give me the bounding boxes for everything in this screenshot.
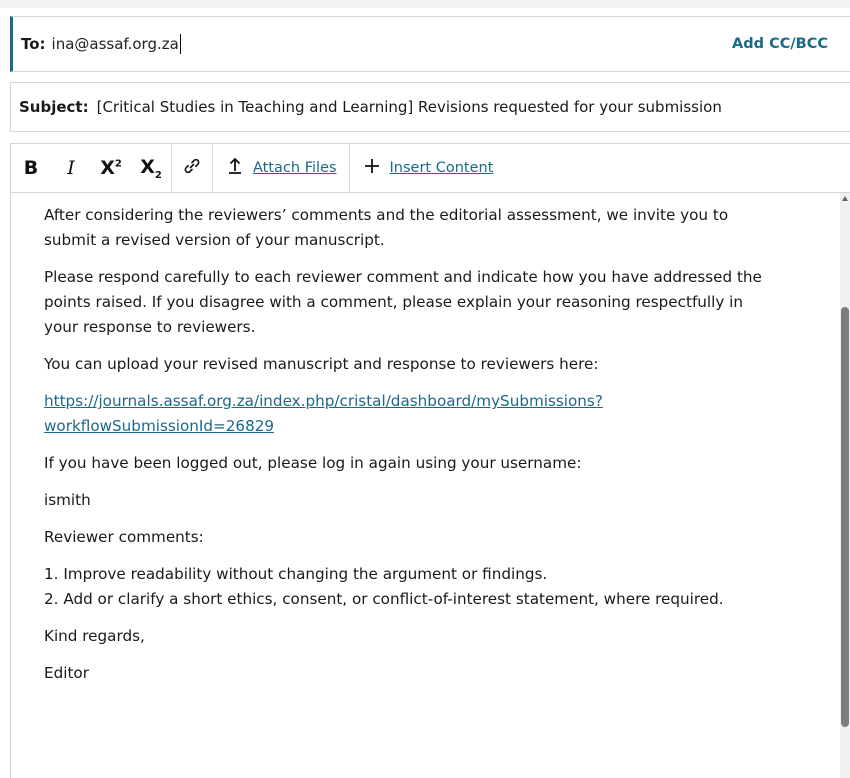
subject-label: Subject:: [19, 98, 89, 116]
add-cc-bcc-button[interactable]: Add CC/BCC: [732, 36, 828, 52]
reviewer-comment: 2. Add or clarify a short ethics, consen…: [44, 590, 724, 608]
attach-files-button[interactable]: Attach Files: [213, 144, 349, 192]
paragraph: Editor: [44, 661, 804, 686]
message-body-content[interactable]: After considering the reviewers’ comment…: [44, 203, 804, 698]
plus-icon: [362, 156, 382, 181]
paragraph: ismith: [44, 488, 804, 513]
italic-icon: I: [67, 157, 75, 179]
subscript-button[interactable]: X2: [131, 144, 171, 192]
text-line: submit a revised version of your manuscr…: [44, 231, 385, 249]
reviewer-comment: 1. Improve readability without changing …: [44, 565, 548, 583]
insert-content-button[interactable]: Insert Content: [350, 144, 506, 192]
message-body-editor[interactable]: After considering the reviewers’ comment…: [10, 193, 850, 778]
email-composer: To: ina@assaf.org.za Add CC/BCC Subject:…: [0, 0, 850, 778]
paragraph: Reviewer comments:: [44, 525, 804, 550]
formatting-toolbar: B I X2 X2 Attach Files Insert Content: [10, 143, 850, 193]
text-line: After considering the reviewers’ comment…: [44, 206, 729, 224]
text-line: You can upload your revised manuscript a…: [44, 355, 599, 373]
scroll-up-icon[interactable]: [842, 196, 848, 201]
subject-input-value[interactable]: [Critical Studies in Teaching and Learni…: [97, 98, 722, 116]
bold-icon: B: [23, 157, 39, 179]
reviewer-comments-list: 1. Improve readability without changing …: [44, 562, 804, 612]
paragraph: After considering the reviewers’ comment…: [44, 203, 804, 253]
reviewer-heading: Reviewer comments:: [44, 528, 204, 546]
link-icon: [182, 156, 202, 181]
text-line: If you have been logged out, please log …: [44, 454, 582, 472]
editor-scrollbar[interactable]: [840, 193, 850, 778]
username-text: ismith: [44, 491, 91, 509]
text-line: Please respond carefully to each reviewe…: [44, 268, 762, 286]
superscript-button[interactable]: X2: [91, 144, 131, 192]
submission-link[interactable]: https://journals.assaf.org.za/index.php/…: [44, 389, 804, 439]
paragraph: You can upload your revised manuscript a…: [44, 352, 804, 377]
closing-text: Kind regards,: [44, 627, 145, 645]
text-line: points raised. If you disagree with a co…: [44, 293, 744, 311]
top-gap: [0, 0, 850, 8]
attach-files-label: Attach Files: [253, 160, 337, 176]
upload-arrow-icon: [225, 156, 245, 181]
paragraph: Kind regards,: [44, 624, 804, 649]
link-line: https://journals.assaf.org.za/index.php/…: [44, 392, 603, 410]
to-label: To:: [21, 35, 46, 53]
insert-link-button[interactable]: [172, 144, 212, 192]
insert-content-label: Insert Content: [389, 160, 494, 176]
scrollbar-thumb[interactable]: [841, 307, 849, 727]
to-input-value[interactable]: ina@assaf.org.za: [52, 35, 179, 53]
signature-text: Editor: [44, 664, 89, 682]
bold-button[interactable]: B: [11, 144, 51, 192]
superscript-icon: X2: [100, 157, 122, 179]
subject-field[interactable]: Subject: [Critical Studies in Teaching a…: [10, 82, 850, 132]
paragraph: Please respond carefully to each reviewe…: [44, 265, 804, 340]
paragraph: If you have been logged out, please log …: [44, 451, 804, 476]
subscript-icon: X2: [140, 155, 162, 181]
text-line: your response to reviewers.: [44, 318, 256, 336]
submission-link-paragraph: https://journals.assaf.org.za/index.php/…: [44, 389, 804, 439]
italic-button[interactable]: I: [51, 144, 91, 192]
link-line: workflowSubmissionId=26829: [44, 417, 275, 435]
to-field[interactable]: To: ina@assaf.org.za Add CC/BCC: [10, 16, 850, 72]
text-caret: [179, 34, 181, 54]
